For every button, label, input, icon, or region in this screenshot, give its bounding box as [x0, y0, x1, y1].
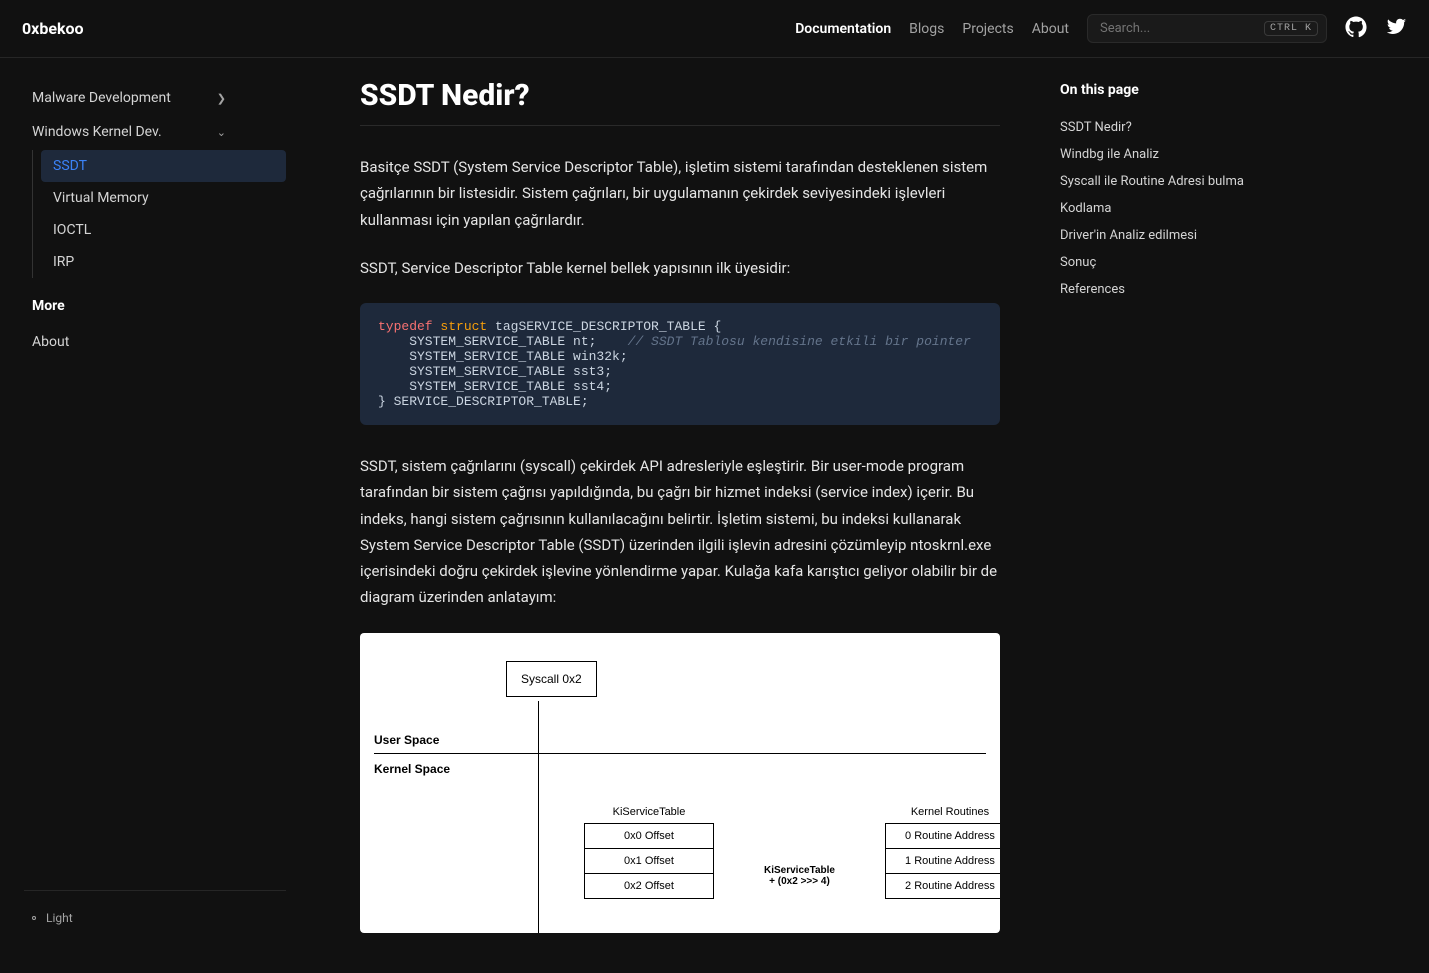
nav-projects[interactable]: Projects: [962, 21, 1013, 37]
paragraph-3: SSDT, sistem çağrılarını (syscall) çekir…: [360, 453, 1000, 611]
diagram-divider: [374, 753, 986, 754]
github-icon[interactable]: [1345, 16, 1367, 42]
sun-icon: [32, 916, 36, 920]
sidebar-bottom: Light: [24, 890, 286, 925]
nav-right: Documentation Blogs Projects About Searc…: [795, 14, 1407, 43]
nav-about[interactable]: About: [1032, 21, 1069, 37]
main-content: SSDT Nedir? Basitçe SSDT (System Service…: [300, 58, 1040, 973]
logo[interactable]: 0xbekoo: [22, 19, 84, 38]
toc-item[interactable]: Driver'in Analiz edilmesi: [1060, 222, 1300, 249]
diagram-tables: KiServiceTable 0x0 Offset 0x1 Offset 0x2…: [584, 806, 986, 899]
code-text: tagSERVICE_DESCRIPTOR_TABLE {: [487, 319, 721, 334]
sidebar-top: Malware Development ❯ Windows Kernel Dev…: [24, 82, 286, 358]
code-keyword: typedef: [378, 319, 433, 334]
code-text: } SERVICE_DESCRIPTOR_TABLE;: [378, 394, 589, 409]
diagram-cell: 1 Routine Address: [885, 848, 1000, 874]
nav-documentation[interactable]: Documentation: [795, 21, 891, 37]
sidebar-group-label: Malware Development: [32, 90, 171, 106]
sidebar-group-kernel[interactable]: Windows Kernel Dev. ⌄: [24, 116, 286, 148]
sidebar-group-malware[interactable]: Malware Development ❯: [24, 82, 286, 114]
nav-blogs[interactable]: Blogs: [909, 21, 944, 37]
sidebar-subitems: SSDT Virtual Memory IOCTL IRP: [32, 150, 286, 278]
diagram: Syscall 0x2 User Space Kernel Space KiSe…: [360, 633, 1000, 933]
diagram-cell: 0x2 Offset: [584, 873, 714, 899]
diagram-routines-table: Kernel Routines 0 Routine Address 1 Rout…: [885, 806, 1000, 899]
toc-item[interactable]: SSDT Nedir?: [1060, 114, 1300, 141]
page-title: SSDT Nedir?: [360, 78, 1000, 126]
sidebar-item-virtual-memory[interactable]: Virtual Memory: [33, 182, 286, 214]
search-kbd: CTRL K: [1264, 21, 1318, 36]
layout: Malware Development ❯ Windows Kernel Dev…: [0, 58, 1429, 973]
table-of-contents: On this page SSDT Nedir? Windbg ile Anal…: [1040, 58, 1320, 973]
chevron-down-icon: ⌄: [217, 126, 226, 139]
twitter-icon[interactable]: [1385, 16, 1407, 42]
toc-title: On this page: [1060, 82, 1300, 98]
diagram-kiservice-table: KiServiceTable 0x0 Offset 0x1 Offset 0x2…: [584, 806, 714, 899]
paragraph-1: Basitçe SSDT (System Service Descriptor …: [360, 154, 1000, 233]
paragraph-2: SSDT, Service Descriptor Table kernel be…: [360, 255, 1000, 281]
diagram-cell: 0x0 Offset: [584, 823, 714, 849]
sidebar-item-irp[interactable]: IRP: [33, 246, 286, 278]
code-text: SYSTEM_SERVICE_TABLE nt;: [378, 334, 628, 349]
diagram-cell: 0 Routine Address: [885, 823, 1000, 849]
nav-links: Documentation Blogs Projects About: [795, 21, 1069, 37]
diagram-syscall-box: Syscall 0x2: [506, 661, 597, 697]
diagram-table-title: KiServiceTable: [613, 806, 686, 818]
sidebar-item-ssdt[interactable]: SSDT: [41, 150, 286, 182]
theme-label: Light: [46, 911, 73, 925]
code-comment: // SSDT Tablosu kendisine etkili bir poi…: [628, 334, 971, 349]
toc-item[interactable]: Sonuç: [1060, 249, 1300, 276]
search-placeholder: Search...: [1100, 21, 1150, 36]
toc-item[interactable]: Syscall ile Routine Adresi bulma: [1060, 168, 1300, 195]
diagram-table-title: Kernel Routines: [911, 806, 989, 818]
diagram-user-space-label: User Space: [374, 733, 986, 747]
theme-toggle[interactable]: Light: [24, 911, 286, 925]
sidebar-item-ioctl[interactable]: IOCTL: [33, 214, 286, 246]
code-keyword: struct: [440, 319, 487, 334]
sidebar-more-label: More: [24, 280, 286, 324]
diagram-kernel-space-label: Kernel Space: [374, 762, 986, 776]
toc-item[interactable]: Windbg ile Analiz: [1060, 141, 1300, 168]
chevron-right-icon: ❯: [217, 92, 226, 105]
code-text: SYSTEM_SERVICE_TABLE sst4;: [378, 379, 612, 394]
toc-item[interactable]: Kodlama: [1060, 195, 1300, 222]
sidebar-group-label: Windows Kernel Dev.: [32, 124, 162, 140]
diagram-formula: KiServiceTable + (0x2 >>> 4): [764, 865, 835, 887]
header: 0xbekoo Documentation Blogs Projects Abo…: [0, 0, 1429, 58]
diagram-cell: 2 Routine Address: [885, 873, 1000, 899]
code-text: SYSTEM_SERVICE_TABLE sst3;: [378, 364, 612, 379]
sidebar: Malware Development ❯ Windows Kernel Dev…: [0, 58, 300, 949]
diagram-vline: [538, 701, 539, 933]
toc-item[interactable]: References: [1060, 276, 1300, 303]
code-block: typedef struct tagSERVICE_DESCRIPTOR_TAB…: [360, 303, 1000, 425]
diagram-cell: 0x1 Offset: [584, 848, 714, 874]
search-input[interactable]: Search... CTRL K: [1087, 14, 1327, 43]
sidebar-item-about[interactable]: About: [24, 326, 286, 358]
code-text: SYSTEM_SERVICE_TABLE win32k;: [378, 349, 628, 364]
